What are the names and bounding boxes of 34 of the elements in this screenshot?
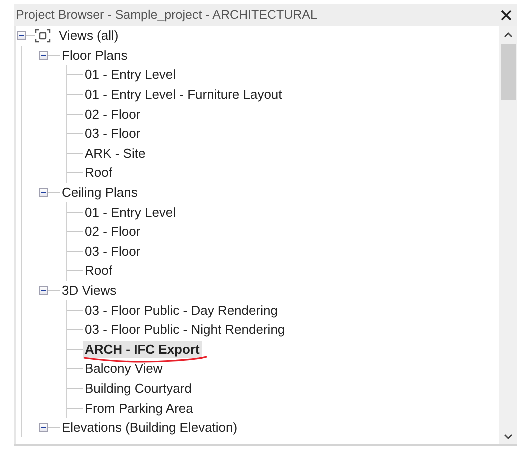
collapse-toggle[interactable] xyxy=(39,423,48,432)
view-item[interactable]: 03 - Floor Public - Night Rendering xyxy=(83,321,288,338)
scroll-thumb[interactable] xyxy=(500,44,516,100)
view-category[interactable]: Ceiling Plans xyxy=(60,184,140,202)
collapse-toggle[interactable] xyxy=(39,286,48,296)
views-icon xyxy=(35,28,51,43)
collapse-toggle[interactable] xyxy=(39,50,48,60)
view-item[interactable]: Roof xyxy=(83,164,114,182)
view-item[interactable]: 03 - Floor xyxy=(83,125,143,142)
close-button[interactable] xyxy=(499,8,513,22)
tree-root[interactable]: Views (all) xyxy=(57,27,121,44)
view-item[interactable]: Building Courtyard xyxy=(83,380,194,397)
scrollbar[interactable] xyxy=(499,26,517,444)
view-item[interactable]: 01 - Entry Level - Furniture Layout xyxy=(83,86,284,104)
view-item[interactable]: ARCH - IFC Export xyxy=(83,340,202,358)
view-category[interactable]: Floor Plans xyxy=(60,46,130,64)
view-item[interactable]: 01 - Entry Level xyxy=(83,66,178,84)
view-item[interactable]: 01 - Entry Level xyxy=(83,204,178,221)
chevron-up-icon xyxy=(504,32,512,38)
view-item[interactable]: From Parking Area xyxy=(83,400,196,417)
view-category[interactable]: Elevations (Building Elevation) xyxy=(60,419,240,436)
view-item[interactable]: 02 - Floor xyxy=(83,223,143,240)
view-item[interactable]: 03 - Floor Public - Day Rendering xyxy=(83,302,280,319)
view-item[interactable]: Balcony View xyxy=(83,360,165,378)
view-item[interactable]: Roof xyxy=(83,262,114,280)
collapse-toggle[interactable] xyxy=(17,31,26,40)
window-title: Project Browser - Sample_project - ARCHITECTURAL xyxy=(16,8,318,22)
view-item[interactable]: ARK - Site xyxy=(83,144,148,162)
collapse-toggle[interactable] xyxy=(39,188,48,198)
view-item[interactable]: 02 - Floor xyxy=(83,106,143,123)
close-icon xyxy=(500,10,512,20)
view-item[interactable]: 03 - Floor xyxy=(83,242,143,260)
chevron-down-icon xyxy=(504,434,512,440)
view-category[interactable]: 3D Views xyxy=(60,282,119,300)
